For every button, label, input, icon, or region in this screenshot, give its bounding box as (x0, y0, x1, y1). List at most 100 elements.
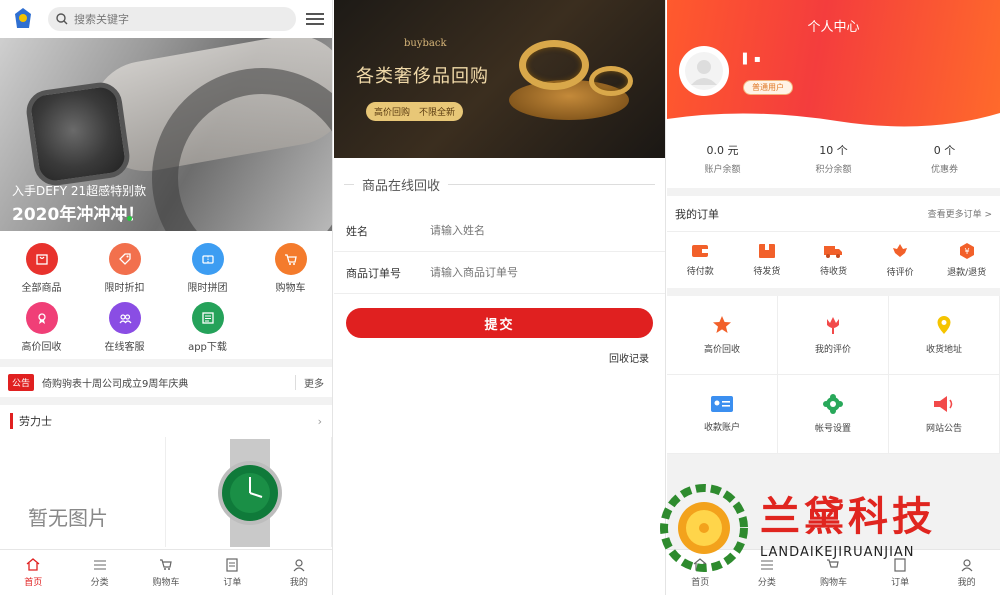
tab-label: 首页 (691, 577, 710, 588)
list-icon (92, 558, 108, 572)
tab-label: 我的 (957, 577, 976, 588)
tab-orders[interactable]: 订单 (199, 550, 265, 595)
name-label: 姓名 (346, 224, 368, 238)
gold-ring-image (519, 40, 589, 90)
tab-mine[interactable]: 我的 (266, 550, 332, 595)
buyback-banner[interactable]: buyback 各类奢侈品回购 高价回购 不限全新 (334, 0, 665, 158)
tab-label: 订单 (223, 577, 242, 588)
category-group-buy[interactable]: 限时拼团 (166, 243, 249, 294)
order-number-label: 商品订单号 (346, 266, 401, 280)
name-field[interactable] (430, 224, 653, 237)
form-title: 商品在线回收 (362, 178, 441, 194)
tab-label: 分类 (90, 577, 109, 588)
category-label: 高价回收 (21, 342, 62, 353)
banner-title: 各类奢侈品回购 (356, 66, 489, 87)
service-grid: 高价回收 我的评价 收货地址 收款账户 帐号设置 网站公告 (667, 296, 1000, 454)
category-recycle[interactable]: 高价回收 (0, 302, 83, 353)
gold-ring-image (589, 66, 633, 96)
home-top-bar: 搜索关键字 (0, 0, 332, 38)
recycle-screen: buyback 各类奢侈品回购 高价回购 不限全新 商品在线回收 姓名 商品订单… (334, 0, 666, 595)
order-number-field[interactable] (430, 266, 653, 279)
rolex-watch-image (218, 439, 282, 547)
carousel-dots[interactable] (118, 216, 132, 221)
stat-points[interactable]: 10 个 积分余额 (778, 128, 889, 188)
stat-coupons[interactable]: 0 个 优惠券 (889, 128, 1000, 188)
home-icon (25, 558, 41, 572)
search-icon (56, 13, 68, 25)
category-flash-discount[interactable]: 限时折扣 (83, 243, 166, 294)
stat-balance[interactable]: 0.0 元 账户余额 (667, 128, 778, 188)
app-logo-icon[interactable] (8, 5, 38, 33)
order-status-label: 待发货 (753, 267, 781, 277)
category-app-download[interactable]: app下载 (166, 302, 249, 353)
order-status-label: 待评价 (886, 268, 914, 278)
stat-value: 10 个 (819, 143, 848, 157)
download-icon (191, 302, 224, 334)
section-header[interactable]: 劳力士 › (0, 405, 332, 437)
orders-header: 我的订单 查看更多订单 > (667, 196, 1000, 232)
product-card[interactable]: 暂无图片 (0, 437, 166, 547)
promo-banner[interactable]: 入手DEFY 21超感特别款 2020年冲冲冲！ (0, 38, 332, 231)
order-pending-shipment[interactable]: 待发货 (734, 232, 801, 288)
category-label: 全部商品 (21, 283, 62, 294)
grid-item-label: 帐号设置 (814, 424, 851, 434)
banner-pill: 高价回购 不限全新 (366, 102, 464, 121)
avatar-icon (685, 52, 723, 90)
category-cart[interactable]: 购物车 (249, 243, 332, 294)
notice-bar[interactable]: 公告 倚购驹表十周公司成立9周年庆典 更多 (0, 367, 332, 397)
submit-button[interactable]: 提交 (346, 308, 653, 338)
gear-icon (823, 394, 843, 414)
avatar[interactable] (679, 46, 729, 96)
notice-text[interactable]: 倚购驹表十周公司成立9周年庆典 (42, 375, 287, 390)
category-label: 限时拼团 (187, 283, 228, 294)
grid-item-payment-account[interactable]: 收款账户 (667, 375, 778, 454)
user-level-badge: 普通用户 (743, 80, 793, 95)
tab-label: 我的 (289, 577, 308, 588)
tab-cart[interactable]: 购物车 (133, 550, 199, 595)
order-pending-receipt[interactable]: 待收货 (800, 232, 867, 288)
grid-item-address[interactable]: 收货地址 (889, 296, 1000, 375)
order-pending-review[interactable]: 待评价 (867, 232, 934, 288)
category-label: 购物车 (275, 283, 306, 294)
grid-item-announcements[interactable]: 网站公告 (889, 375, 1000, 454)
my-orders: 我的订单 查看更多订单 > 待付款 待发货 待收货 待评价 ¥ 退款/退货 (667, 196, 1000, 288)
tab-label: 分类 (757, 577, 776, 588)
tab-category[interactable]: 分类 (66, 550, 132, 595)
view-more-orders-link[interactable]: 查看更多订单 > (928, 207, 992, 220)
watermark-cn: 兰黛科技 (760, 493, 936, 540)
order-pending-payment[interactable]: 待付款 (667, 232, 734, 288)
order-refund[interactable]: ¥ 退款/退货 (933, 232, 1000, 288)
category-online-service[interactable]: 在线客服 (83, 302, 166, 353)
name-field-row: 姓名 (334, 210, 665, 252)
stat-value: 0.0 元 (706, 143, 739, 157)
truck-icon (824, 246, 843, 258)
megaphone-icon (934, 396, 953, 412)
account-stats: 0.0 元 账户余额 10 个 积分余额 0 个 优惠券 (667, 128, 1000, 188)
notice-more-link[interactable]: 更多 (295, 374, 324, 390)
product-card[interactable] (166, 437, 332, 547)
grid-item-label: 收货地址 (925, 345, 962, 355)
grid-item-account-settings[interactable]: 帐号设置 (778, 375, 889, 454)
service-icon (108, 302, 141, 334)
brand-watermark: 兰黛科技 LANDAIKEJIRUANJIAN (658, 482, 1000, 574)
cart-icon (274, 243, 307, 275)
recycle-records-link[interactable]: 回收记录 (334, 338, 665, 365)
order-status-label: 退款/退货 (947, 268, 987, 278)
refund-icon: ¥ (959, 243, 974, 259)
cart-icon (158, 558, 174, 572)
form-title-row: 商品在线回收 (334, 158, 665, 210)
grid-item-my-reviews[interactable]: 我的评价 (778, 296, 889, 375)
menu-icon[interactable] (306, 13, 324, 25)
watch-image (23, 79, 133, 189)
category-label: 在线客服 (104, 342, 145, 353)
username-redacted: ▌ ▪ (743, 54, 761, 65)
order-status-label: 待收货 (819, 267, 847, 277)
stat-label: 账户余额 (704, 164, 741, 175)
grid-item-recycle[interactable]: 高价回收 (667, 296, 778, 375)
tab-home[interactable]: 首页 (0, 550, 66, 595)
banner-caption-2: 2020年冲冲冲！ (12, 205, 145, 225)
category-all-products[interactable]: 全部商品 (0, 243, 83, 294)
page-title: 个人中心 (807, 20, 860, 35)
search-input[interactable]: 搜索关键字 (48, 7, 296, 31)
category-label: app下载 (188, 342, 227, 353)
